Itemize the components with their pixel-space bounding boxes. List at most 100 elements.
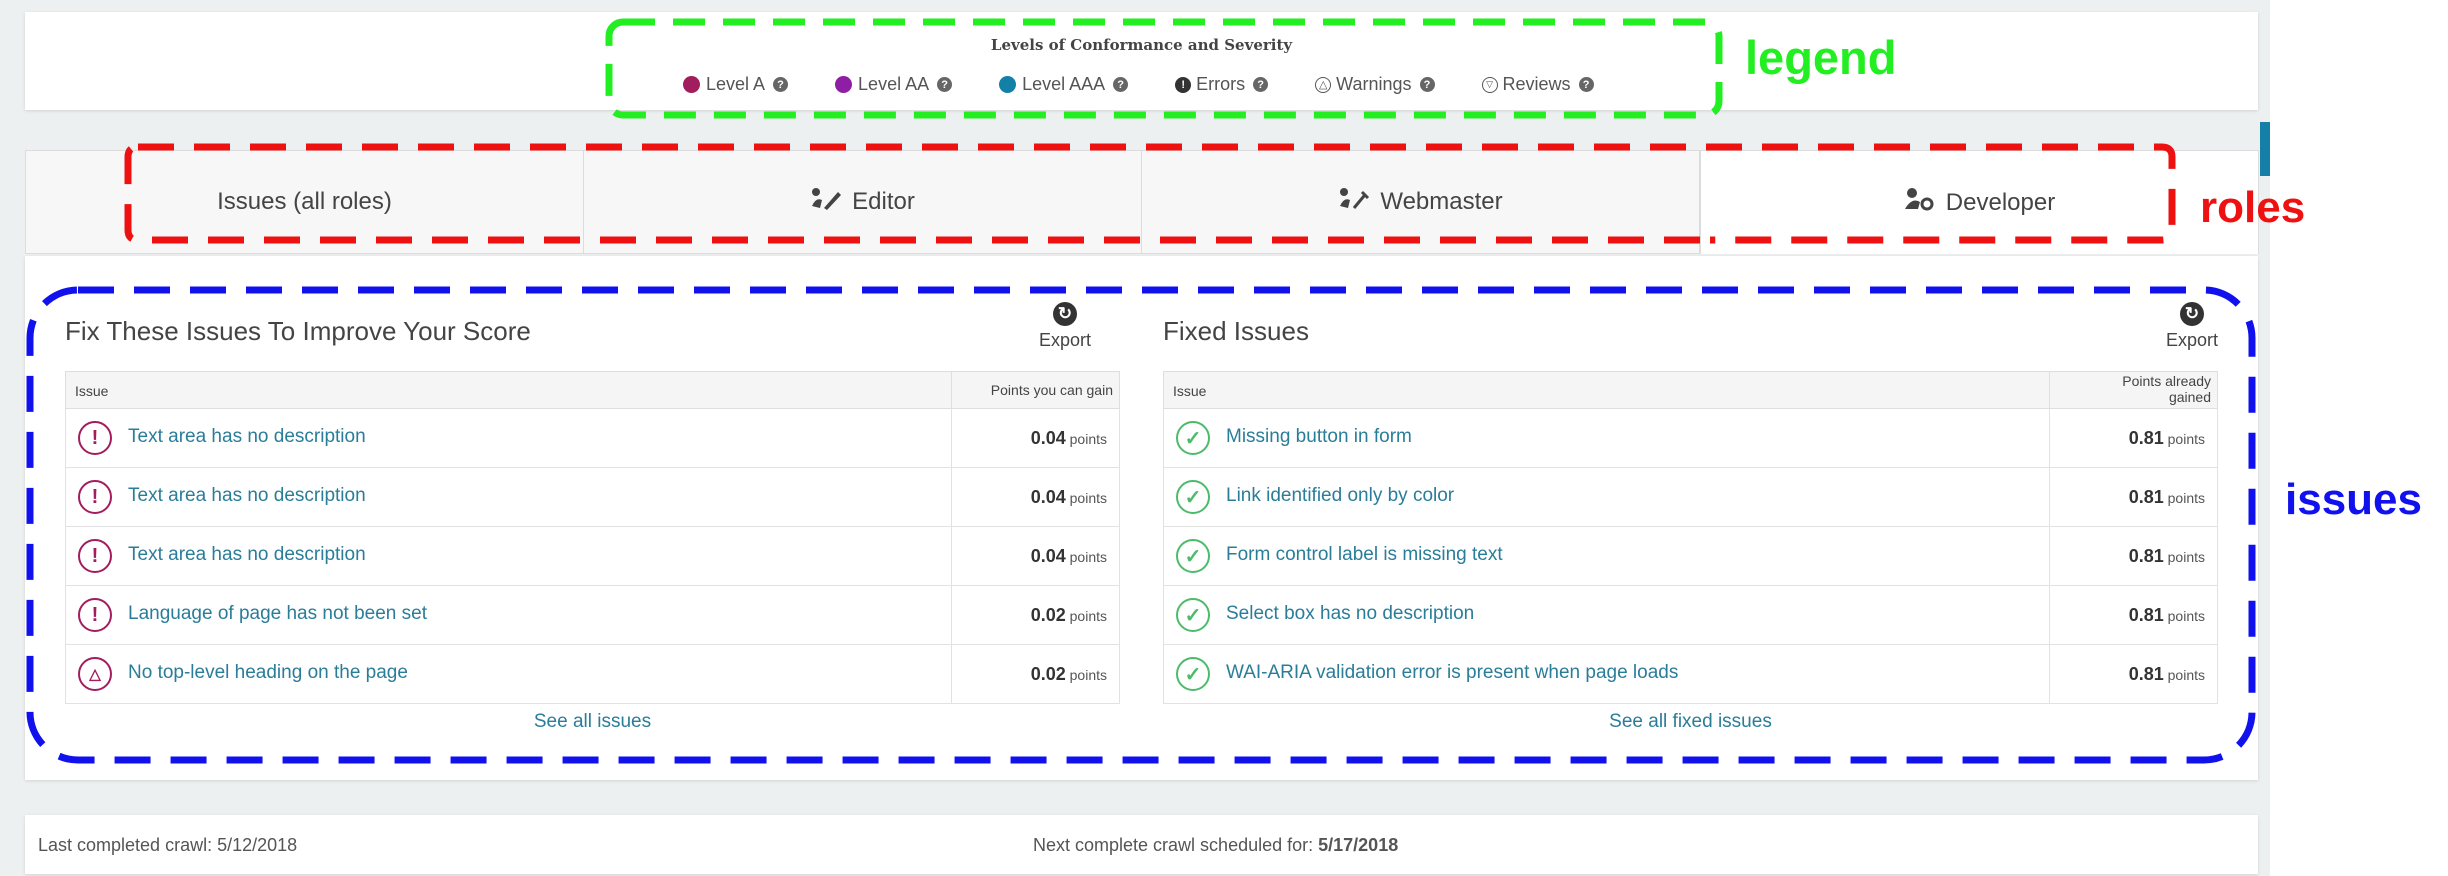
check-icon: ✓: [1176, 657, 1210, 691]
points-value: 0.81: [2128, 546, 2164, 566]
annotation-text: legend: [1745, 31, 1897, 84]
points-value: 0.81: [2128, 664, 2164, 684]
points-value: 0.04: [1030, 546, 1066, 566]
points-unit: points: [2167, 431, 2205, 447]
issues-annotation-label: issues: [2285, 475, 2422, 525]
legend-item-errors: ! Errors ?: [1175, 74, 1269, 95]
error-icon: !: [78, 421, 112, 455]
points-unit: points: [2167, 608, 2205, 624]
accent-bar: [2260, 122, 2270, 176]
points-cell: 0.04 points: [951, 409, 1119, 467]
table-row[interactable]: ! Text area has no description 0.04 points: [65, 409, 1120, 468]
column-header-points-line: gained: [2168, 389, 2211, 405]
issue-link[interactable]: Text area has no description: [128, 544, 366, 566]
error-icon: !: [78, 539, 112, 573]
issue-link[interactable]: No top-level heading on the page: [128, 662, 408, 684]
see-all-fixed-issues-link[interactable]: See all fixed issues: [1609, 711, 1772, 732]
points-unit: points: [2167, 667, 2205, 683]
check-icon: ✓: [1176, 598, 1210, 632]
developer-icon: [1904, 187, 1936, 219]
help-icon[interactable]: ?: [773, 77, 789, 92]
points-unit: points: [1069, 608, 1107, 624]
table-row[interactable]: △ No top-level heading on the page 0.02 po…: [65, 645, 1120, 704]
column-header-points: Points you can gain: [951, 372, 1119, 408]
legend-label: Warnings: [1336, 74, 1412, 94]
column-header-issue: Issue: [1173, 383, 1207, 399]
table-row[interactable]: ! Text area has no description 0.04 points: [65, 527, 1120, 586]
points-unit: points: [1069, 549, 1107, 565]
points-cell: 0.81 points: [2049, 586, 2217, 644]
points-cell: 0.02 points: [951, 586, 1119, 644]
table-row[interactable]: ! Text area has no description 0.04 points: [65, 468, 1120, 527]
level-aa-dot-icon: [835, 76, 853, 93]
export-label: Export: [1038, 330, 1092, 350]
roles-annotation-label: roles: [2200, 183, 2305, 233]
help-icon[interactable]: ?: [1578, 77, 1594, 92]
table-row[interactable]: ! Language of page has not been set 0.02 p…: [65, 586, 1120, 645]
webmaster-icon: [1338, 186, 1370, 218]
legend-label: Level AA: [858, 74, 930, 94]
annotation-text: issues: [2285, 475, 2422, 524]
next-crawl-label: Next complete crawl scheduled for:: [1033, 835, 1319, 855]
points-unit: points: [1069, 490, 1107, 506]
level-a-dot-icon: [683, 76, 700, 93]
issue-link[interactable]: Select box has no description: [1226, 603, 1474, 625]
help-icon[interactable]: ?: [937, 77, 953, 92]
issue-link[interactable]: Link identified only by color: [1226, 485, 1454, 507]
help-icon[interactable]: ?: [1253, 77, 1269, 92]
points-cell: 0.04 points: [951, 468, 1119, 526]
legend-label: Reviews: [1502, 74, 1571, 94]
legend-title: Levels of Conformance and Severity: [990, 36, 1293, 54]
annotation-text: roles: [2200, 183, 2306, 232]
points-value: 0.02: [1030, 664, 1066, 684]
table-row[interactable]: ✓ Form control label is missing text 0.81 …: [1163, 527, 2218, 586]
legend-label: Level A: [706, 74, 766, 94]
fix-export-button[interactable]: ↻ Export: [1025, 302, 1105, 351]
export-icon: ↻: [2180, 302, 2204, 326]
tab-issues-all-roles[interactable]: Issues (all roles): [25, 150, 584, 254]
issues-panel: Fix These Issues To Improve Your Score ↻…: [25, 256, 2258, 780]
fixed-export-button[interactable]: ↻ Export: [2152, 302, 2232, 351]
issue-link[interactable]: Missing button in form: [1226, 426, 1412, 448]
points-value: 0.04: [1030, 428, 1066, 448]
legend-items: Level A ? Level AA ? Level AAA ? ! Error…: [683, 74, 1594, 95]
legend-item-level-aaa: Level AAA ?: [999, 74, 1129, 95]
points-value: 0.81: [2128, 487, 2164, 507]
points-value: 0.02: [1030, 605, 1066, 625]
legend-item-level-aa: Level AA ?: [835, 74, 953, 95]
export-icon: ↻: [1053, 302, 1077, 326]
points-cell: 0.81 points: [2049, 409, 2217, 467]
points-cell: 0.04 points: [951, 527, 1119, 585]
issue-link[interactable]: Text area has no description: [128, 426, 366, 448]
issue-link[interactable]: Language of page has not been set: [128, 603, 427, 625]
legend-item-level-a: Level A ?: [683, 74, 789, 95]
export-label: Export: [2165, 330, 2219, 350]
issue-link[interactable]: Text area has no description: [128, 485, 366, 507]
check-icon: ✓: [1176, 421, 1210, 455]
issue-link[interactable]: WAI-ARIA validation error is present whe…: [1226, 662, 1678, 684]
tab-label: Editor: [852, 188, 915, 215]
tab-editor[interactable]: Editor: [583, 150, 1142, 254]
check-icon: ✓: [1176, 539, 1210, 573]
table-row[interactable]: ✓ Link identified only by color 0.81 point…: [1163, 468, 2218, 527]
fixed-issues-title: Fixed Issues: [1163, 316, 1309, 346]
level-aaa-dot-icon: [999, 76, 1017, 93]
legend-item-reviews: ▽ Reviews ?: [1481, 74, 1594, 95]
help-icon[interactable]: ?: [1419, 77, 1435, 92]
issue-link[interactable]: Form control label is missing text: [1226, 544, 1503, 566]
tab-developer[interactable]: Developer: [1700, 150, 2259, 254]
table-row[interactable]: ✓ Missing button in form 0.81 points: [1163, 409, 2218, 468]
help-icon[interactable]: ?: [1113, 77, 1129, 92]
tab-webmaster[interactable]: Webmaster: [1141, 150, 1700, 254]
fix-table-header: Issue Points you can gain: [65, 371, 1120, 409]
table-row[interactable]: ✓ WAI-ARIA validation error is present wh…: [1163, 645, 2218, 704]
legend-label: Level AAA: [1022, 74, 1106, 94]
last-crawl-text: Last completed crawl: 5/12/2018: [38, 835, 298, 855]
see-all-issues-link[interactable]: See all issues: [534, 711, 651, 732]
column-header-points: Points already gained: [2049, 372, 2217, 408]
points-unit: points: [2167, 490, 2205, 506]
table-row[interactable]: ✓ Select box has no description 0.81 point…: [1163, 586, 2218, 645]
editor-icon: [810, 186, 842, 218]
fix-issues-title: Fix These Issues To Improve Your Score: [65, 316, 531, 346]
tab-label: Webmaster: [1380, 188, 1503, 215]
